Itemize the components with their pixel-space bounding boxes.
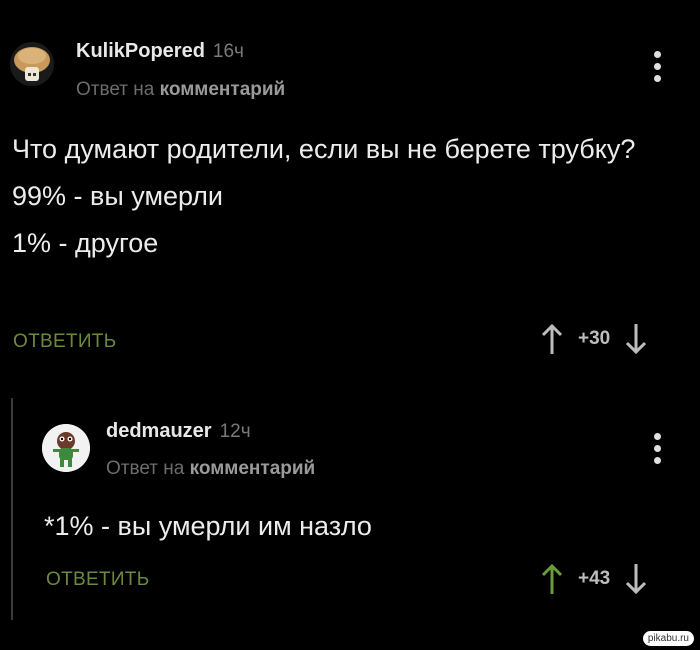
reply-target-link[interactable]: комментарий bbox=[160, 79, 286, 100]
comment-time: 16ч bbox=[212, 41, 244, 62]
avatar-mushroom[interactable] bbox=[10, 42, 54, 86]
comment-1: KulikPopered 16ч Ответ на комментарий Что… bbox=[0, 0, 700, 380]
creature-icon bbox=[42, 424, 90, 472]
reply-button[interactable]: ОТВЕТИТЬ bbox=[13, 331, 116, 353]
downvote-arrow-icon[interactable] bbox=[622, 322, 650, 356]
author-name[interactable]: KulikPopered bbox=[76, 40, 205, 62]
more-menu-icon[interactable] bbox=[654, 433, 662, 469]
comment-text-line: 99% - вы умерли bbox=[12, 181, 223, 211]
comment-time: 12ч bbox=[219, 421, 251, 442]
upvote-arrow-icon[interactable] bbox=[538, 562, 566, 596]
reply-target-link[interactable]: комментарий bbox=[190, 458, 316, 479]
vote-controls: +30 bbox=[538, 322, 650, 356]
comment-text-line: *1% - вы умерли им назло bbox=[44, 511, 372, 541]
comment-text: *1% - вы умерли им назло bbox=[44, 503, 644, 550]
comment-author[interactable]: dedmauzer 12ч bbox=[106, 420, 251, 443]
site-watermark: pikabu.ru bbox=[642, 631, 694, 646]
upvote-arrow-icon[interactable] bbox=[538, 322, 566, 356]
reply-button[interactable]: ОТВЕТИТЬ bbox=[46, 569, 149, 591]
downvote-arrow-icon[interactable] bbox=[622, 562, 650, 596]
mushroom-icon bbox=[10, 42, 54, 86]
vote-score: +30 bbox=[578, 328, 611, 349]
avatar-creature[interactable] bbox=[42, 424, 90, 472]
vote-controls: +43 bbox=[538, 562, 650, 596]
comment-2: dedmauzer 12ч Ответ на комментарий *1% - … bbox=[0, 395, 700, 625]
comment-author[interactable]: KulikPopered 16ч bbox=[76, 40, 244, 63]
reply-prefix: Ответ на bbox=[76, 79, 155, 100]
comment-text-line: Что думают родители, если вы не берете т… bbox=[12, 134, 636, 164]
reply-to-line: Ответ на комментарий bbox=[106, 458, 315, 480]
reply-prefix: Ответ на bbox=[106, 458, 185, 479]
reply-to-line: Ответ на комментарий bbox=[76, 79, 285, 101]
more-menu-icon[interactable] bbox=[654, 51, 662, 87]
author-name[interactable]: dedmauzer bbox=[106, 420, 212, 442]
comment-text-line: 1% - другое bbox=[12, 228, 159, 258]
vote-score: +43 bbox=[578, 568, 611, 589]
comment-text: Что думают родители, если вы не берете т… bbox=[12, 126, 652, 267]
